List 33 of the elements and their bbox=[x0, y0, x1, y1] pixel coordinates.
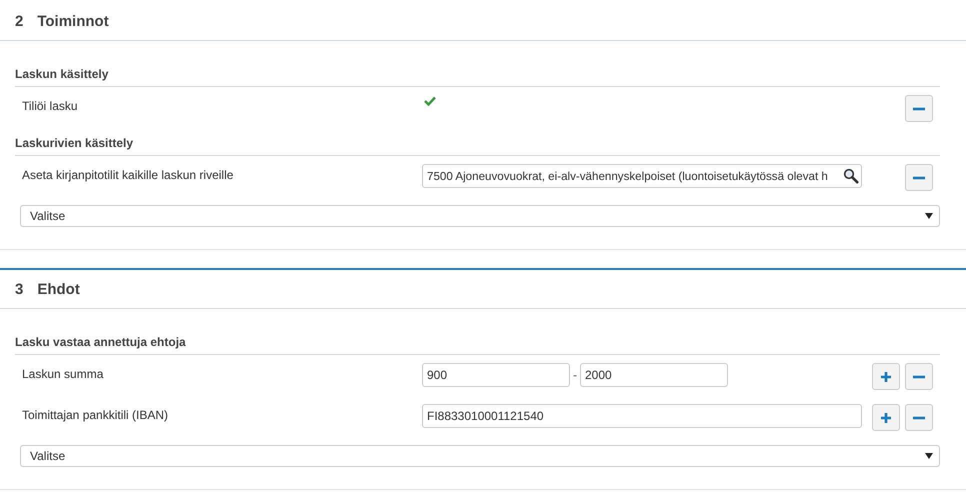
minus-icon bbox=[913, 416, 925, 420]
row-label: Tiliöi lasku bbox=[22, 98, 79, 113]
row-label: Aseta kirjanpitotilit kaikille laskun riveille bbox=[22, 167, 234, 182]
plus-icon bbox=[880, 412, 892, 424]
remove-button[interactable] bbox=[905, 95, 933, 122]
remove-button[interactable] bbox=[905, 404, 933, 431]
section-number: 2 bbox=[15, 12, 24, 30]
remove-button[interactable] bbox=[905, 164, 933, 191]
max-field[interactable]: 2000 bbox=[580, 363, 728, 387]
account-field[interactable]: 7500 Ajoneuvovuokrat, ei-alv-vähennyskelpoiset (luontoisetukäytössä olevat h bbox=[422, 164, 862, 188]
plus-icon bbox=[880, 370, 892, 382]
select-dropdown[interactable]: Valitse bbox=[20, 205, 940, 227]
group-title: Laskun käsittely bbox=[15, 67, 940, 87]
search-icon bbox=[843, 168, 859, 184]
row-label: Toimittajan pankkitili (IBAN) bbox=[22, 407, 170, 422]
remove-button[interactable] bbox=[905, 363, 933, 390]
add-button[interactable] bbox=[872, 404, 900, 431]
section-title: Ehdot bbox=[37, 280, 80, 298]
range-separator: - bbox=[572, 368, 578, 382]
minus-icon bbox=[913, 374, 925, 378]
dropdown-arrow-icon bbox=[925, 213, 933, 219]
select-dropdown[interactable]: Valitse bbox=[20, 445, 940, 467]
dropdown-arrow-icon bbox=[925, 453, 933, 459]
section-title: Toiminnot bbox=[37, 12, 109, 30]
section-number: 3 bbox=[15, 280, 24, 298]
row-label: Laskun summa bbox=[22, 366, 104, 381]
add-button[interactable] bbox=[872, 363, 900, 390]
group-title: Lasku vastaa annettuja ehtoja bbox=[15, 335, 940, 355]
input-field[interactable]: FI8833010001121540 bbox=[422, 404, 862, 428]
minus-icon bbox=[913, 176, 925, 180]
min-field[interactable]: 900 bbox=[422, 363, 570, 387]
group-title: Laskurivien käsittely bbox=[15, 136, 940, 156]
minus-icon bbox=[913, 106, 925, 110]
